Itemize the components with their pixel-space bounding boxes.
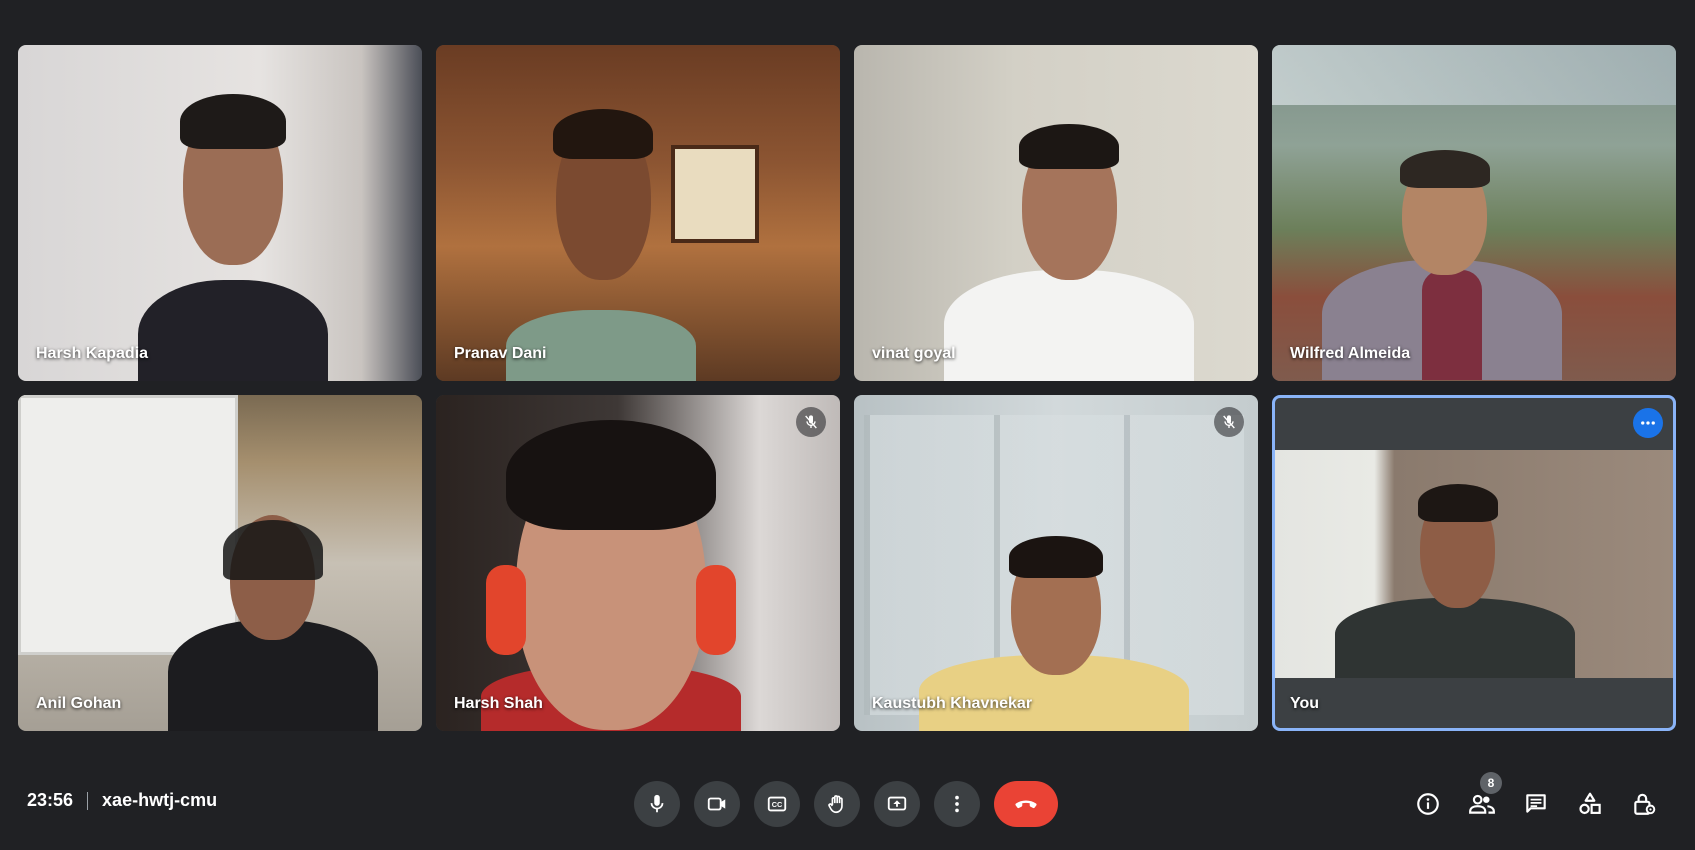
participant-tile[interactable]: Anil Gohan xyxy=(18,395,422,731)
activities-icon xyxy=(1579,792,1601,815)
participant-name: You xyxy=(1290,695,1320,712)
present-screen-button[interactable] xyxy=(874,781,920,827)
leave-call-button[interactable] xyxy=(994,781,1058,827)
people-icon xyxy=(1469,794,1495,814)
video-feed xyxy=(18,395,422,731)
svg-text:CC: CC xyxy=(772,800,783,809)
mic-off-icon xyxy=(805,415,817,429)
participant-grid: Harsh Kapadia Pranav Dani vinat goyal Wi… xyxy=(18,45,1677,733)
participant-count-badge: 8 xyxy=(1480,772,1502,794)
meeting-details-button[interactable] xyxy=(1410,786,1446,822)
present-screen-icon xyxy=(887,796,907,811)
video-feed xyxy=(436,45,840,381)
call-controls: CC xyxy=(634,781,1058,827)
video-feed xyxy=(854,45,1258,381)
participant-tile[interactable]: Wilfred Almeida xyxy=(1272,45,1676,381)
host-controls-icon xyxy=(1634,793,1656,815)
host-controls-button[interactable] xyxy=(1626,786,1662,822)
muted-indicator xyxy=(796,407,826,437)
side-panel-controls: 8 xyxy=(1410,772,1662,822)
chat-button[interactable] xyxy=(1518,786,1554,822)
video-feed xyxy=(18,45,422,381)
meeting-code: xae-hwtj-cmu xyxy=(102,790,218,810)
microphone-button[interactable] xyxy=(634,781,680,827)
participant-video xyxy=(168,515,378,731)
microphone-icon xyxy=(650,794,664,813)
participant-video xyxy=(1335,484,1575,678)
participant-name: Harsh Kapadia xyxy=(36,345,149,362)
participant-tile[interactable]: Kaustubh Khavnekar xyxy=(854,395,1258,731)
more-options-icon xyxy=(955,795,959,813)
participant-name: Anil Gohan xyxy=(36,695,122,712)
participant-tile[interactable]: Harsh Shah xyxy=(436,395,840,731)
people-button[interactable]: 8 xyxy=(1464,772,1502,822)
participant-name: vinat goyal xyxy=(872,345,956,362)
raise-hand-button[interactable] xyxy=(814,781,860,827)
activities-button[interactable] xyxy=(1572,786,1608,822)
info-icon xyxy=(1417,793,1439,815)
raise-hand-icon xyxy=(828,795,843,814)
meeting-time: 23:56 xyxy=(27,790,74,810)
more-horizontal-icon xyxy=(1641,421,1655,425)
participant-tile[interactable]: Harsh Kapadia xyxy=(18,45,422,381)
chat-icon xyxy=(1526,794,1546,813)
more-options-button[interactable] xyxy=(934,781,980,827)
participant-tile[interactable]: vinat goyal xyxy=(854,45,1258,381)
video-feed xyxy=(436,395,840,731)
self-view-options-button[interactable] xyxy=(1633,408,1663,438)
participant-video xyxy=(138,94,328,381)
participant-video xyxy=(944,124,1194,381)
video-feed xyxy=(854,395,1258,731)
participant-tile[interactable]: Pranav Dani xyxy=(436,45,840,381)
meeting-info: 23:56 xae-hwtj-cmu xyxy=(27,790,217,811)
participant-video xyxy=(461,415,761,731)
mic-off-icon xyxy=(1223,415,1235,429)
participant-video xyxy=(506,109,696,381)
captions-icon: CC xyxy=(767,796,787,812)
self-video-feed xyxy=(1275,450,1673,678)
captions-button[interactable]: CC xyxy=(754,781,800,827)
participant-name: Pranav Dani xyxy=(454,345,547,362)
participant-name: Wilfred Almeida xyxy=(1290,345,1411,362)
video-feed xyxy=(1272,45,1676,381)
camera-icon xyxy=(707,797,726,811)
self-view-tile[interactable]: You xyxy=(1272,395,1676,731)
muted-indicator xyxy=(1214,407,1244,437)
participant-name: Harsh Shah xyxy=(454,695,543,712)
hang-up-icon xyxy=(1015,800,1037,809)
divider xyxy=(87,791,89,810)
participant-name: Kaustubh Khavnekar xyxy=(872,695,1033,712)
bottom-toolbar: 23:56 xae-hwtj-cmu CC 8 xyxy=(0,760,1695,850)
camera-button[interactable] xyxy=(694,781,740,827)
